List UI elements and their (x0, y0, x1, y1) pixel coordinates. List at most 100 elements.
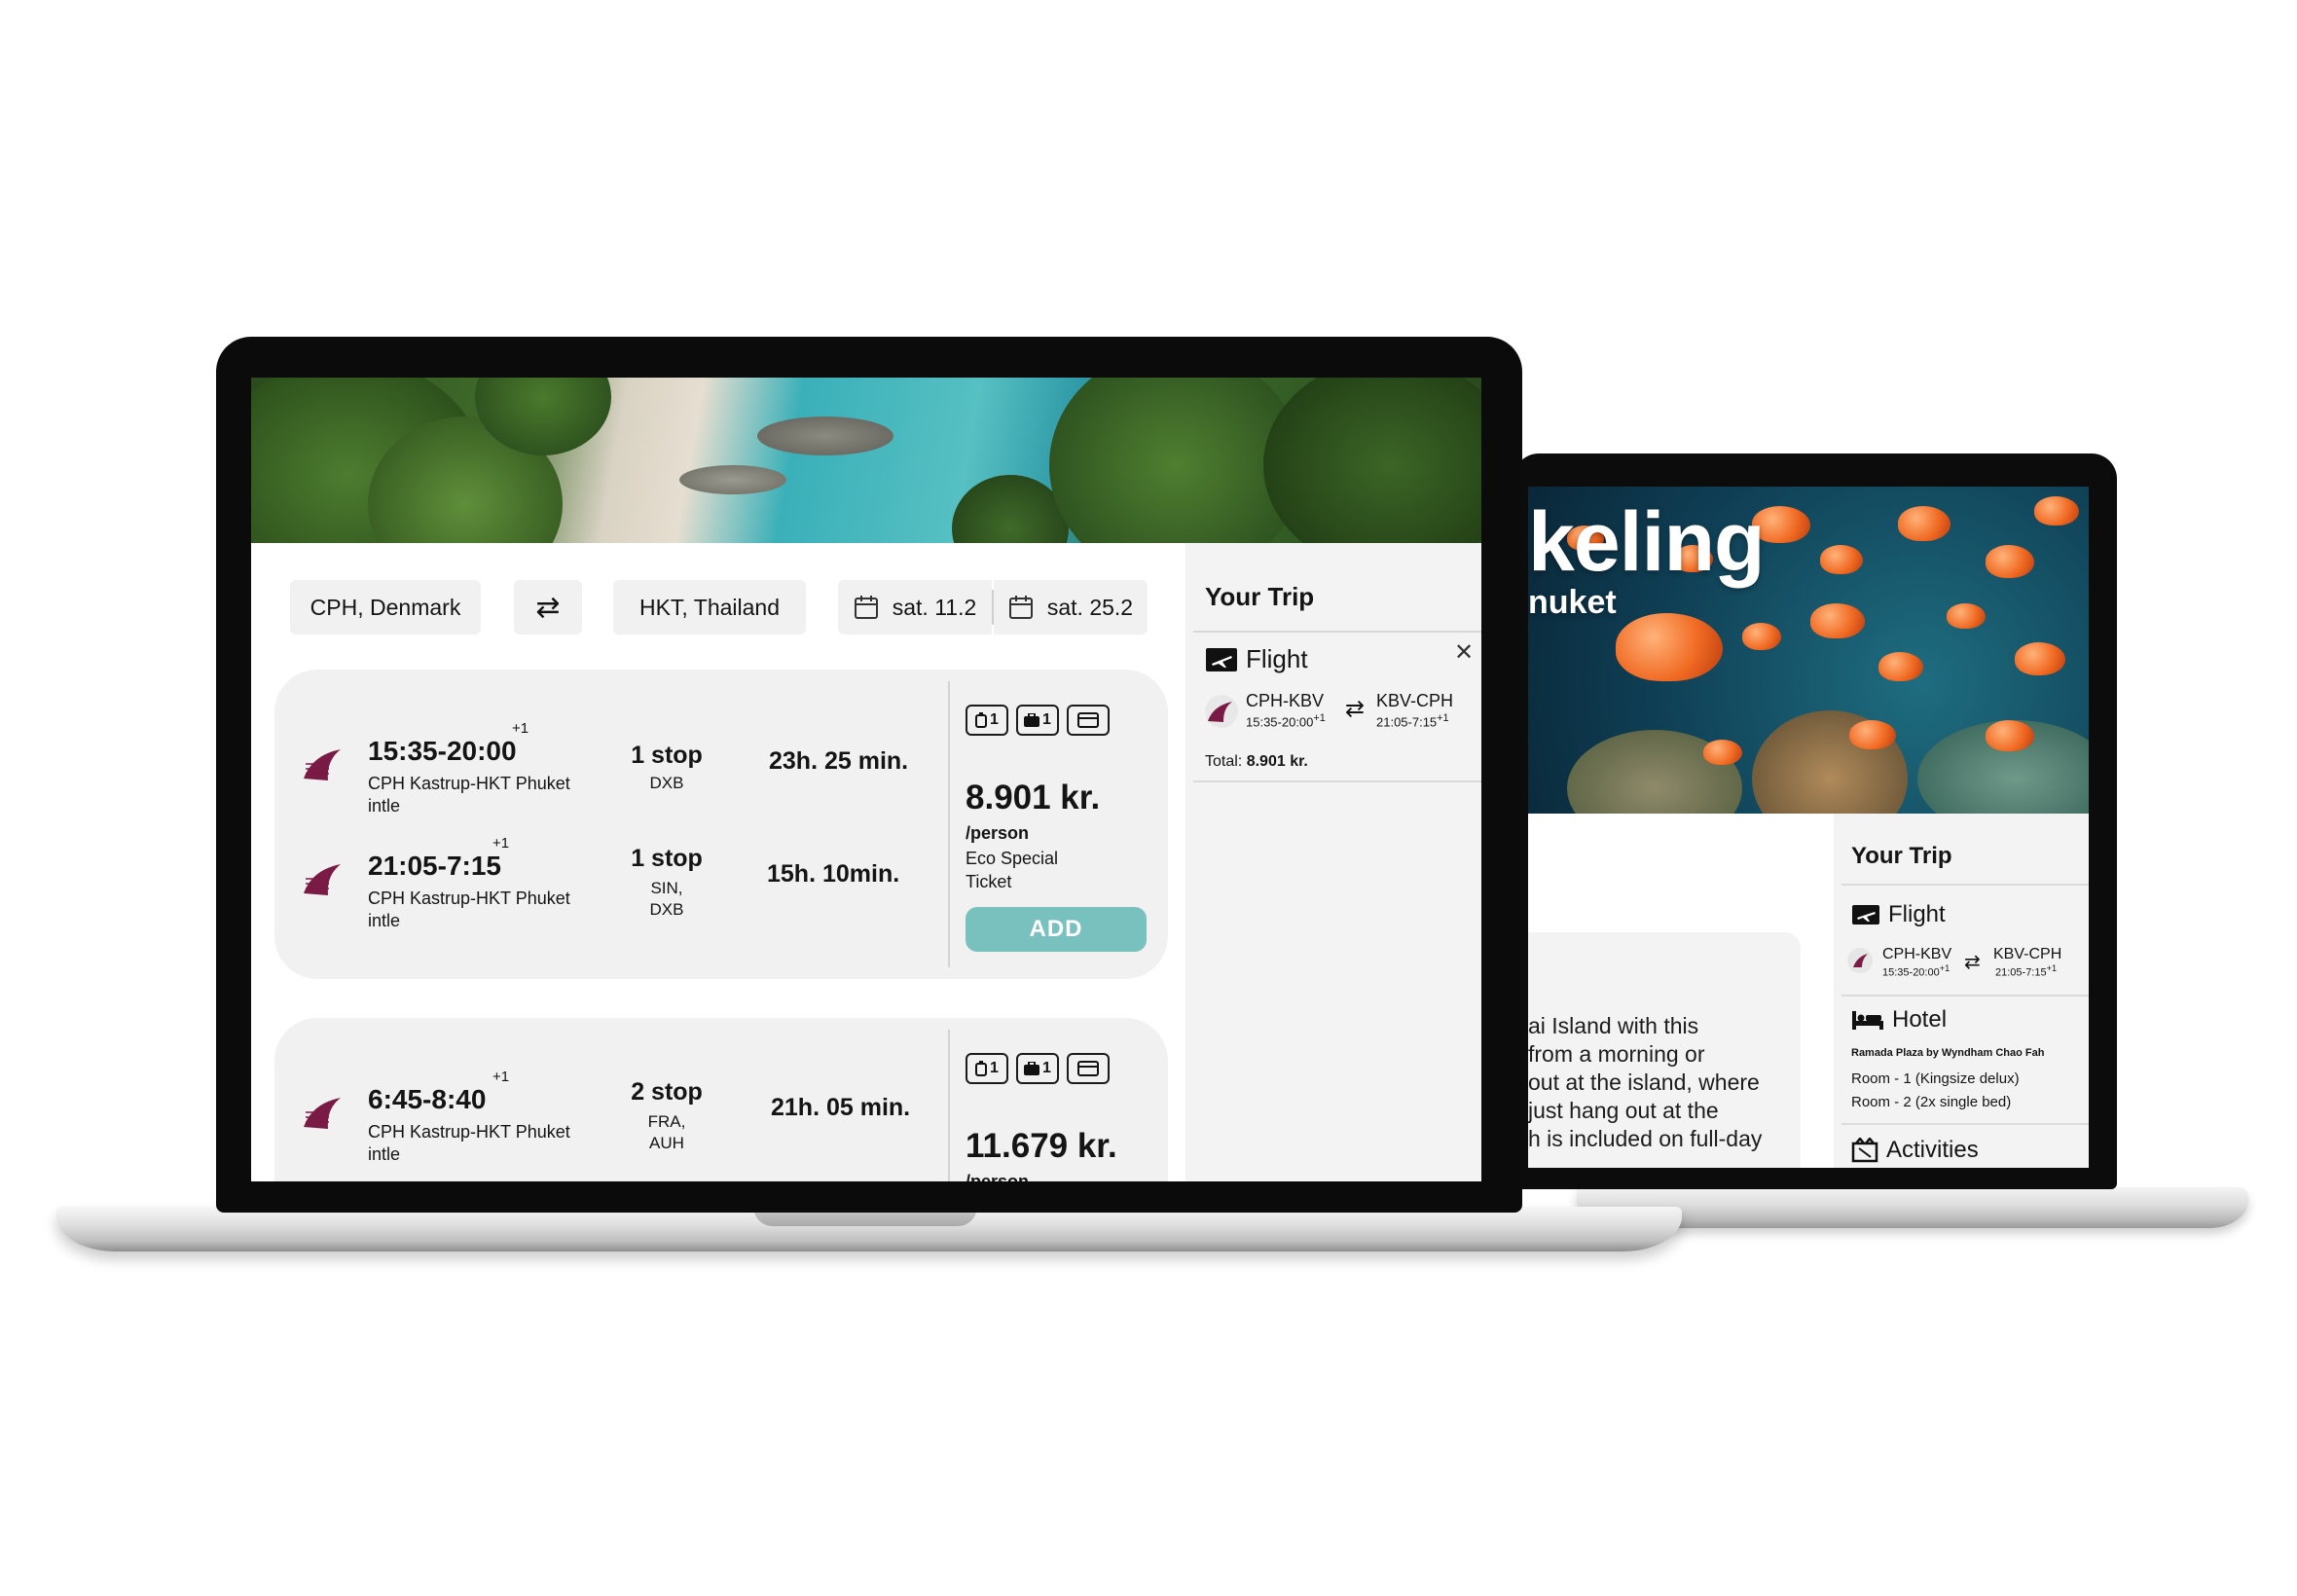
sidebar-flight-header[interactable]: Flight (1205, 644, 1308, 674)
stop-count: 1 stop (631, 845, 703, 872)
inbound-offset: +1 (1437, 712, 1449, 724)
sidebar-activities-header[interactable]: Activities (1851, 1137, 1979, 1164)
total-value: 8.901 kr. (1246, 753, 1308, 770)
activities-icon (1851, 1138, 1878, 1163)
sidebar-flight-label: Flight (1246, 644, 1308, 673)
day-offset: +1 (492, 835, 510, 852)
divider (1193, 780, 1481, 782)
sidebar-activities-label: Activities (1886, 1137, 1979, 1163)
outbound-route: CPH-KBV (1882, 946, 1952, 962)
description-line: ai Island with this (1528, 1013, 1699, 1038)
description-line: from a morning or (1528, 1041, 1705, 1067)
outbound-time-text: 15:35-20:00 (1882, 966, 1940, 979)
seat-card-icon (1067, 705, 1110, 736)
outbound-route: CPH-KBV (1246, 691, 1325, 710)
activity-description: ai Island with this from a morning or ou… (1528, 1012, 1810, 1153)
inbound-time: 21:05-7:15+1 (1995, 963, 2057, 979)
trip-total: Total: 8.901 kr. (1205, 753, 1308, 771)
outbound-offset: +1 (1313, 712, 1326, 724)
airline-logo-icon (300, 854, 350, 905)
baggage-icons: 1 1 (966, 705, 1110, 736)
origin-value: CPH, Denmark (310, 594, 461, 620)
sidebar-title: Your Trip (1205, 582, 1315, 611)
swap-arrows-icon: ⇄ (1345, 696, 1366, 722)
calendar-icon (854, 596, 878, 619)
flight-result-card[interactable]: 15:35-20:00 +1 CPH Kastrup-HKT Phuket in… (274, 670, 1168, 979)
divider (948, 681, 950, 967)
sidebar-flight-header[interactable]: Flight (1851, 901, 1946, 928)
description-line: out at the island, where (1528, 1070, 1760, 1095)
stop-codes: FRA, AUH (613, 1111, 720, 1154)
sidebar-flight-label: Flight (1888, 901, 1946, 927)
checked-bag-icon: 1 (1016, 705, 1059, 736)
leg-time: 21:05-7:15 (368, 851, 501, 881)
depart-date-field[interactable]: sat. 11.2 (838, 580, 992, 635)
day-offset: +1 (492, 1069, 510, 1085)
stop-count: 1 stop (631, 742, 703, 769)
sidebar-hotel-label: Hotel (1892, 1006, 1948, 1033)
close-icon[interactable]: ✕ (1454, 638, 1474, 667)
divider (1841, 884, 2089, 886)
per-person-label: /person (966, 823, 1030, 843)
inbound-time-text: 21:05-7:15 (1376, 714, 1438, 730)
divider (1841, 1123, 2089, 1125)
leg-duration: 15h. 10min. (767, 860, 900, 888)
divider (1841, 995, 2089, 997)
checked-count: 1 (1042, 1060, 1051, 1076)
hotel-name: Ramada Plaza by Wyndham Chao Fah (1851, 1047, 2045, 1059)
seat-card-icon (1067, 1053, 1110, 1084)
per-person-label: /person (966, 1172, 1030, 1181)
origin-field[interactable]: CPH, Denmark (290, 580, 481, 635)
front-laptop-screen: CPH, Denmark ⇄ HKT, Thailand sat. 11.2 s… (251, 378, 1481, 1181)
beach-hero-image (251, 378, 1481, 543)
sidebar-hotel-header[interactable]: Hotel (1851, 1006, 1947, 1034)
inbound-route: KBV-CPH (1376, 691, 1454, 710)
leg-route: CPH Kastrup-HKT Phuket intle (368, 1122, 570, 1164)
room-item: Room - 2 (2x single bed) (1851, 1094, 2012, 1110)
divider (1193, 631, 1481, 633)
airline-logo-icon (1847, 948, 1873, 973)
sidebar-title: Your Trip (1851, 843, 1952, 869)
leg-duration: 23h. 25 min. (769, 747, 909, 775)
flight-result-card[interactable]: 6:45-8:40 +1 CPH Kastrup-HKT Phuket intl… (274, 1018, 1168, 1181)
depart-date: sat. 11.2 (892, 594, 977, 620)
carry-on-count: 1 (990, 711, 999, 728)
room-item: Room - 1 (Kingsize delux) (1851, 1070, 2020, 1087)
stop-codes: SIN, DXB (613, 878, 720, 921)
outbound-time: 15:35-20:00+1 (1882, 963, 1950, 979)
day-offset: +1 (512, 720, 529, 737)
return-date: sat. 25.2 (1046, 594, 1134, 620)
flight-leg: 15:35-20:00 +1 CPH Kastrup-HKT Phuket in… (274, 720, 936, 823)
leg-duration: 21h. 05 min. (771, 1094, 911, 1121)
back-trip-sidebar: Your Trip Flight CPH-KBV 15:35-20:00+1 ⇄… (1834, 814, 2089, 1168)
airline-logo-icon (300, 740, 350, 790)
destination-field[interactable]: HKT, Thailand (613, 580, 806, 635)
price: 8.901 kr. (966, 779, 1101, 816)
destination-value: HKT, Thailand (638, 594, 781, 620)
add-button[interactable]: ADD (966, 907, 1147, 952)
return-date-field[interactable]: sat. 25.2 (994, 580, 1148, 635)
inbound-offset: +1 (2046, 963, 2058, 973)
checked-bag-icon: 1 (1016, 1053, 1059, 1084)
stop-count: 2 stop (631, 1078, 703, 1106)
checked-count: 1 (1042, 711, 1051, 728)
swap-button[interactable]: ⇄ (514, 580, 582, 635)
divider (948, 1030, 950, 1181)
carry-on-bag-icon: 1 (966, 705, 1008, 736)
airplane-icon (1206, 647, 1237, 671)
inbound-route: KBV-CPH (1993, 946, 2062, 962)
trip-sidebar: Your Trip Flight ✕ CPH-KBV 15:35-20:00+1… (1185, 543, 1481, 1181)
leg-time: 15:35-20:00 (368, 736, 517, 766)
outbound-time-text: 15:35-20:00 (1246, 714, 1314, 730)
ticket-type: Eco Special Ticket (966, 849, 1059, 891)
stop-codes: DXB (649, 774, 684, 792)
carry-on-bag-icon: 1 (966, 1053, 1008, 1084)
outbound-offset: +1 (1939, 963, 1951, 973)
leg-route: CPH Kastrup-HKT Phuket intle (368, 774, 570, 816)
airplane-icon (1852, 905, 1879, 925)
swap-arrows-icon: ⇄ (1964, 952, 1981, 973)
price: 11.679 kr. (966, 1127, 1117, 1165)
flight-leg: 21:05-7:15 +1 CPH Kastrup-HKT Phuket int… (274, 835, 936, 938)
swap-arrows-icon: ⇄ (535, 591, 561, 624)
description-line: h is included on full-day (1528, 1126, 1763, 1151)
